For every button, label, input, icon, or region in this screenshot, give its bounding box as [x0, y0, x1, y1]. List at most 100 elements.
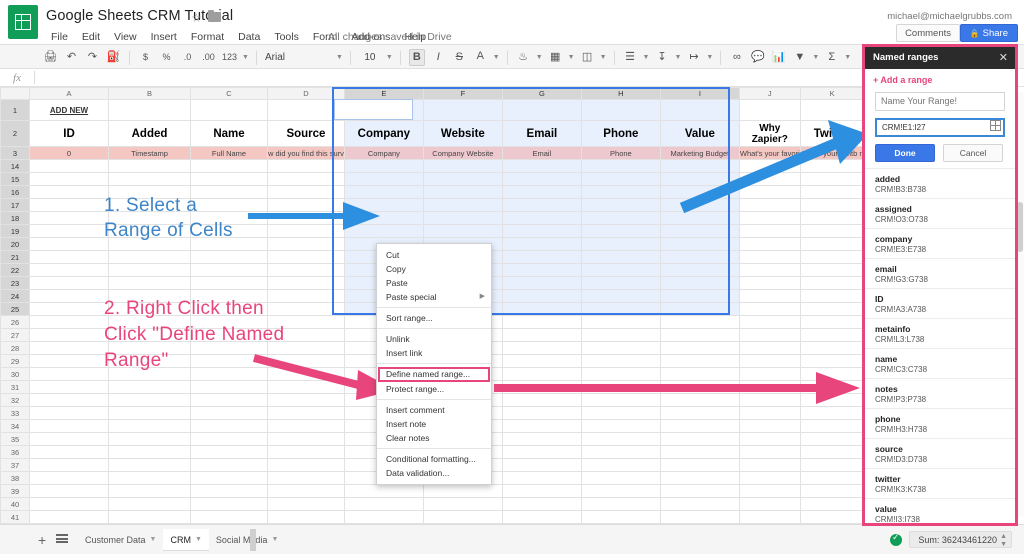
row-header-25[interactable]: 25 [0, 302, 30, 316]
cell-D14[interactable] [267, 159, 345, 173]
cell-K38[interactable] [799, 471, 865, 485]
cell-G[interactable] [501, 99, 582, 121]
cell-I[interactable]: Marketing Budget [659, 146, 740, 160]
column-header-K[interactable]: K [799, 87, 865, 100]
cell-A29[interactable] [29, 354, 109, 368]
context-menu-item[interactable]: Paste [377, 276, 491, 290]
cell-I15[interactable] [659, 172, 740, 186]
cell-H[interactable]: Phone [580, 146, 661, 160]
star-icon[interactable]: ☆ [191, 11, 202, 25]
cell-H27[interactable] [580, 328, 661, 342]
column-header-J[interactable]: J [738, 87, 801, 100]
text-color-caret-icon[interactable]: ▼ [493, 54, 500, 61]
cell-H41[interactable] [580, 510, 661, 524]
cell-H36[interactable] [580, 445, 661, 459]
cell-I21[interactable] [659, 250, 740, 264]
cell-J19[interactable] [738, 224, 801, 238]
row-header-34[interactable]: 34 [0, 419, 30, 433]
cell-A30[interactable] [29, 367, 109, 381]
cell-H29[interactable] [580, 354, 661, 368]
cell-G39[interactable] [501, 484, 582, 498]
cell-G40[interactable] [501, 497, 582, 511]
cell-G31[interactable] [501, 380, 582, 394]
cell-G29[interactable] [501, 354, 582, 368]
cell-C36[interactable] [190, 445, 268, 459]
cell-A33[interactable] [29, 406, 109, 420]
cell-J25[interactable] [738, 302, 801, 316]
cancel-button[interactable]: Cancel [943, 143, 1003, 162]
cell-B28[interactable] [108, 341, 191, 355]
cell-D33[interactable] [267, 406, 345, 420]
cell-B14[interactable] [108, 159, 191, 173]
cell-G38[interactable] [501, 471, 582, 485]
cell-B39[interactable] [108, 484, 191, 498]
cell-D18[interactable] [267, 211, 345, 225]
cell-G32[interactable] [501, 393, 582, 407]
row-header-23[interactable]: 23 [0, 276, 30, 290]
cell-A22[interactable] [29, 263, 109, 277]
cell-D24[interactable] [267, 289, 345, 303]
cell-D[interactable]: w did you find this surv [267, 146, 345, 160]
cell-D21[interactable] [267, 250, 345, 264]
menu-item-data[interactable]: Data [231, 29, 267, 45]
context-menu-item[interactable]: Unlink [377, 332, 491, 346]
cell-I18[interactable] [659, 211, 740, 225]
cell-D32[interactable] [267, 393, 345, 407]
print-icon[interactable]: 🖨 [43, 45, 58, 70]
row-header-22[interactable]: 22 [0, 263, 30, 277]
cell-C[interactable]: Name [190, 120, 268, 147]
font-family-select[interactable] [261, 51, 334, 64]
cell-I35[interactable] [659, 432, 740, 446]
cell-F39[interactable] [422, 484, 503, 498]
cell-J[interactable] [738, 99, 801, 121]
cell-G24[interactable] [501, 289, 582, 303]
cell-E15[interactable] [343, 172, 424, 186]
menu-item-format[interactable]: Format [184, 29, 231, 45]
cell-K32[interactable] [799, 393, 865, 407]
row-header-41[interactable]: 41 [0, 510, 30, 524]
cell-H31[interactable] [580, 380, 661, 394]
cell-E19[interactable] [343, 224, 424, 238]
cell-D35[interactable] [267, 432, 345, 446]
font-size-caret-icon[interactable]: ▼ [386, 54, 393, 61]
cell-A[interactable]: ID [29, 120, 109, 147]
context-menu-item[interactable]: Insert link [377, 346, 491, 360]
cell-C[interactable] [190, 99, 268, 121]
cell-C40[interactable] [190, 497, 268, 511]
sheet-tab[interactable]: Social Media ▼ [209, 529, 285, 551]
close-icon[interactable]: ✕ [999, 47, 1008, 69]
cell-B16[interactable] [108, 185, 191, 199]
cell-B[interactable] [108, 99, 191, 121]
cell-C41[interactable] [190, 510, 268, 524]
context-menu-item[interactable]: Insert note [377, 417, 491, 431]
menu-item-insert[interactable]: Insert [144, 29, 184, 45]
cell-H18[interactable] [580, 211, 661, 225]
cell-D19[interactable] [267, 224, 345, 238]
vertical-align-caret-icon[interactable]: ▼ [674, 54, 681, 61]
italic-button[interactable]: I [431, 45, 446, 70]
cell-K21[interactable] [799, 250, 865, 264]
named-ranges-panel[interactable]: Named ranges ✕ + Add a range Done Cancel… [862, 44, 1018, 526]
cell-G41[interactable] [501, 510, 582, 524]
row-header-3[interactable]: 3 [0, 146, 30, 160]
add-sheet-button[interactable]: + [38, 532, 46, 548]
named-range-entry[interactable]: metainfo CRM!L3:L738 [865, 317, 1015, 348]
row-header-18[interactable]: 18 [0, 211, 30, 225]
context-menu-item[interactable]: Paste special ▶ [377, 290, 491, 304]
cell-H32[interactable] [580, 393, 661, 407]
cell-G36[interactable] [501, 445, 582, 459]
functions-caret-icon[interactable]: ▼ [844, 54, 851, 61]
paint-format-icon[interactable]: ⛽ [106, 45, 121, 70]
cell-I41[interactable] [659, 510, 740, 524]
cell-K37[interactable] [799, 458, 865, 472]
cell-C27[interactable] [190, 328, 268, 342]
cell-H24[interactable] [580, 289, 661, 303]
cell-H34[interactable] [580, 419, 661, 433]
named-range-entry[interactable]: value CRM!I3:I738 [865, 497, 1015, 523]
row-header-20[interactable]: 20 [0, 237, 30, 251]
named-range-entry[interactable]: phone CRM!H3:H738 [865, 407, 1015, 438]
cell-K31[interactable] [799, 380, 865, 394]
cell-H33[interactable] [580, 406, 661, 420]
row-header-29[interactable]: 29 [0, 354, 30, 368]
cell-G16[interactable] [501, 185, 582, 199]
